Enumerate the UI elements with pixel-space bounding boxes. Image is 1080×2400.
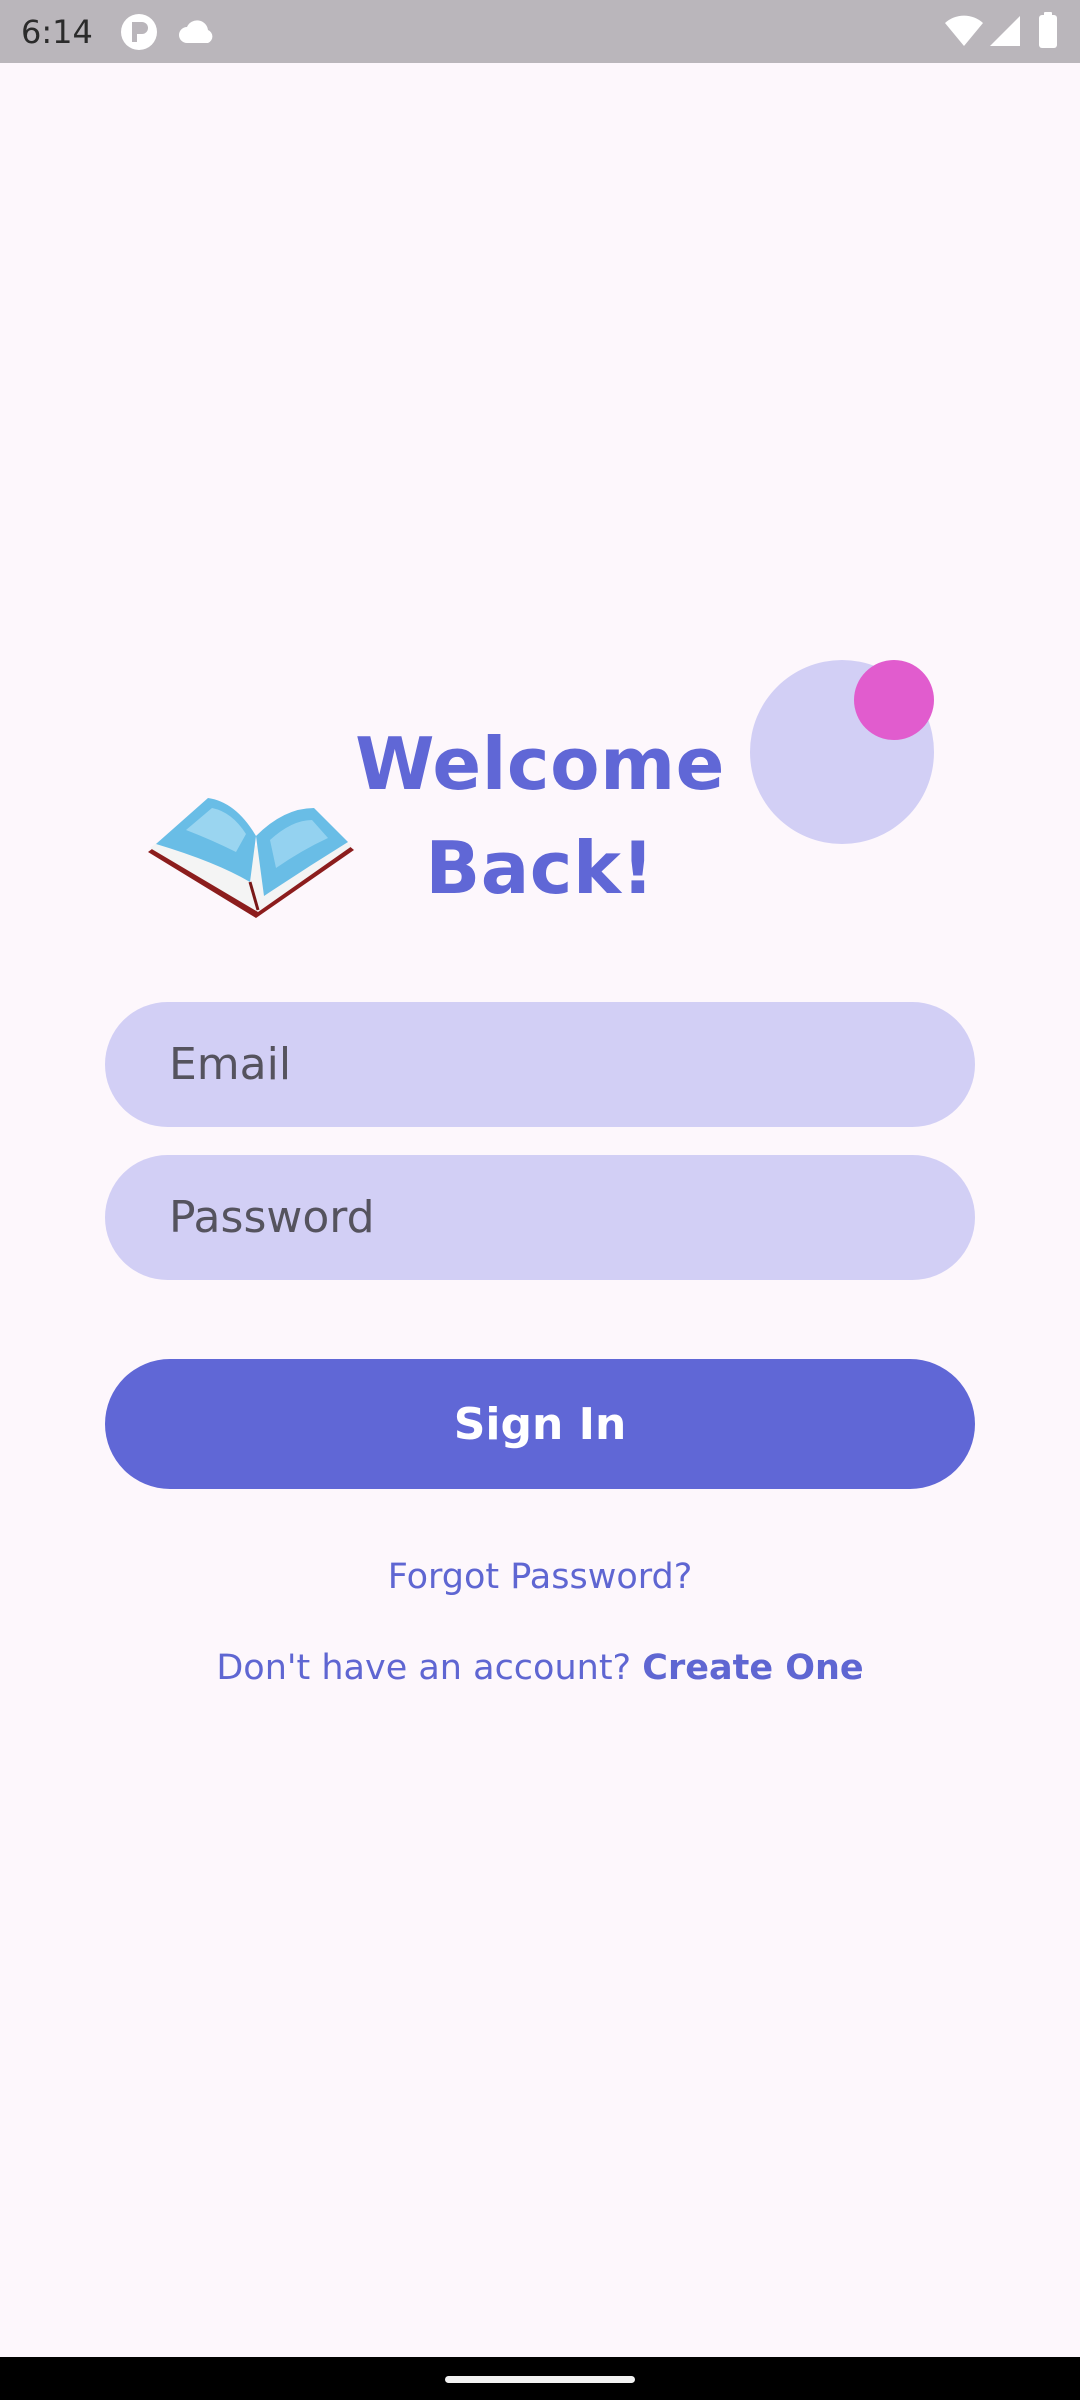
navigation-bar (0, 2357, 1080, 2400)
open-book-icon (148, 798, 354, 918)
create-account-link[interactable]: Create One (642, 1648, 863, 1688)
cloud-icon (179, 20, 213, 43)
password-field[interactable] (105, 1155, 975, 1280)
no-account-text: Don't have an account? (216, 1648, 632, 1688)
forgot-password-link[interactable]: Forgot Password? (0, 1552, 1080, 1602)
sign-in-button[interactable]: Sign In (105, 1359, 975, 1489)
signup-prompt: Don't have an account? Create One (0, 1643, 1080, 1693)
signal-icon (990, 16, 1020, 46)
battery-icon (1039, 12, 1057, 48)
p-badge-icon (121, 14, 157, 50)
page-title: Welcome Back! (355, 722, 725, 910)
status-time: 6:14 (21, 13, 93, 51)
home-gesture-handle[interactable] (445, 2376, 635, 2383)
status-bar: 6:14 (0, 0, 1080, 63)
email-field[interactable] (105, 1002, 975, 1127)
wifi-icon (945, 15, 983, 46)
decorative-dot (854, 660, 934, 740)
